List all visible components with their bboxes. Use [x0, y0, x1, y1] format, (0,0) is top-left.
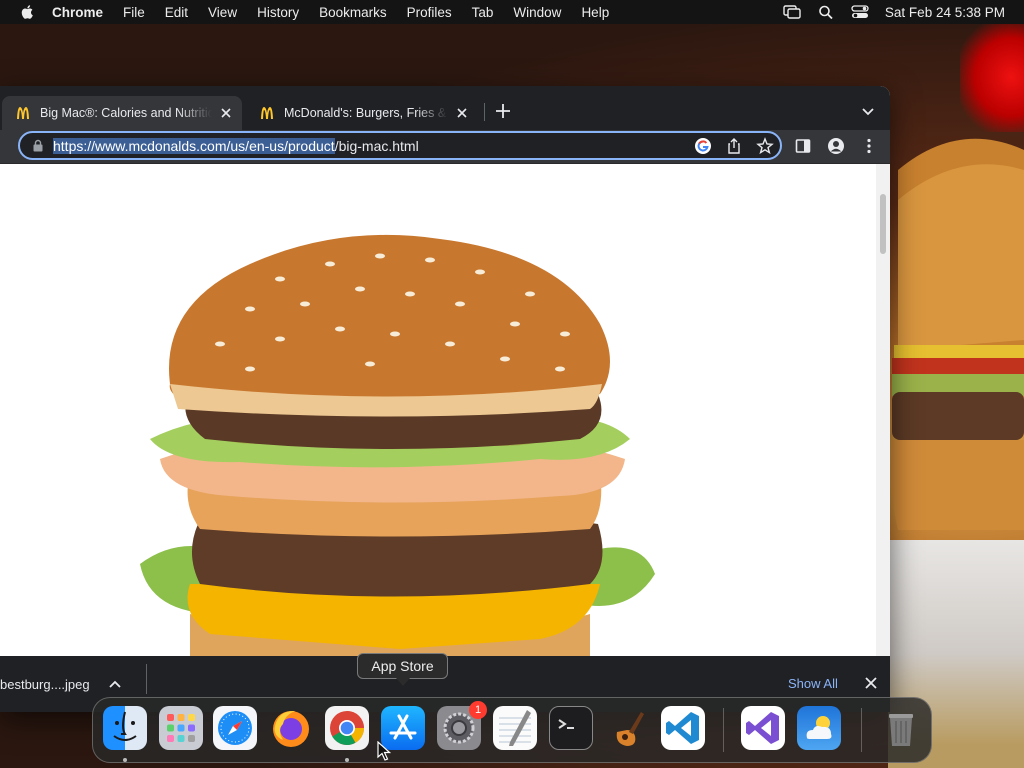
dock-divider — [723, 708, 724, 752]
spotlight-search-icon[interactable] — [817, 5, 835, 19]
menu-profiles[interactable]: Profiles — [407, 5, 452, 20]
trash-icon[interactable] — [879, 706, 923, 750]
menu-edit[interactable]: Edit — [165, 5, 188, 20]
vscode-icon[interactable] — [661, 706, 705, 750]
tab-title: McDonald's: Burgers, Fries & More — [284, 106, 448, 120]
menu-tab[interactable]: Tab — [472, 5, 494, 20]
terminal-icon[interactable] — [549, 706, 593, 750]
screen-mirroring-icon[interactable] — [783, 5, 801, 19]
tab-big-mac[interactable]: Big Mac®: Calories and Nutrition — [2, 96, 242, 130]
menu-history[interactable]: History — [257, 5, 299, 20]
menu-app-name[interactable]: Chrome — [52, 5, 103, 20]
menu-bookmarks[interactable]: Bookmarks — [319, 5, 387, 20]
control-center-icon[interactable] — [851, 5, 869, 19]
chrome-dock-icon[interactable] — [325, 706, 369, 750]
chrome-menu-icon[interactable] — [860, 137, 878, 155]
notification-badge: 1 — [469, 701, 487, 719]
profile-avatar-icon[interactable] — [827, 137, 845, 155]
address-url-rest: /big-mac.html — [334, 137, 419, 154]
tab-title: Big Mac®: Calories and Nutrition — [40, 106, 212, 120]
menu-file[interactable]: File — [123, 5, 145, 20]
mcdonalds-logo-icon — [261, 107, 273, 119]
google-lens-icon[interactable] — [694, 137, 712, 155]
wallpaper-red-element — [960, 22, 1024, 132]
share-icon[interactable] — [725, 137, 743, 155]
download-file-name: bestburg....jpeg — [0, 676, 90, 692]
dock-tooltip: App Store — [357, 653, 448, 679]
menu-bar-clock[interactable]: Sat Feb 24 5:38 PM — [885, 5, 1005, 20]
finder-icon[interactable] — [103, 706, 147, 750]
tab-strip: Big Mac®: Calories and Nutrition McDonal… — [0, 86, 890, 130]
address-url-selected: https://www.mcdonalds.com/us/en-us/produ… — [53, 137, 335, 154]
scrollbar-thumb[interactable] — [880, 194, 886, 254]
dock: 1 — [92, 697, 932, 763]
firefox-icon[interactable] — [269, 706, 313, 750]
launchpad-icon[interactable] — [159, 706, 203, 750]
menu-window[interactable]: Window — [513, 5, 561, 20]
finder-running-dot — [123, 758, 127, 762]
safari-icon[interactable] — [213, 706, 257, 750]
page-content — [0, 164, 890, 656]
tab-mcdonalds-home[interactable]: McDonald's: Burgers, Fries & More — [246, 96, 478, 130]
big-mac-product-image — [140, 234, 655, 656]
tab-close-icon[interactable] — [218, 105, 234, 121]
visual-studio-icon[interactable] — [741, 706, 785, 750]
menu-help[interactable]: Help — [581, 5, 609, 20]
show-all-downloads-button[interactable]: Show All — [788, 676, 838, 691]
garageband-icon[interactable] — [605, 706, 649, 750]
lock-icon[interactable] — [32, 139, 44, 152]
tab-search-chevron-icon[interactable] — [860, 104, 876, 118]
mouse-pointer-icon — [377, 741, 391, 761]
menu-bar: Chrome File Edit View History Bookmarks … — [0, 0, 1024, 24]
side-panel-icon[interactable] — [794, 137, 812, 155]
dock-divider — [861, 708, 862, 752]
close-downloads-icon[interactable] — [864, 676, 878, 690]
chevron-up-icon[interactable] — [108, 679, 122, 689]
address-url[interactable]: https://www.mcdonalds.com/us/en-us/produ… — [53, 137, 419, 154]
download-separator — [146, 664, 147, 694]
browser-toolbar: https://www.mcdonalds.com/us/en-us/produ… — [0, 130, 890, 198]
tab-separator — [484, 103, 485, 121]
mcdonalds-logo-icon — [17, 107, 29, 119]
apple-icon[interactable] — [18, 4, 38, 20]
new-tab-plus-icon[interactable] — [494, 102, 512, 120]
wallpaper-burger-image — [890, 138, 1024, 530]
address-bar[interactable]: https://www.mcdonalds.com/us/en-us/produ… — [18, 131, 782, 160]
textedit-icon[interactable] — [493, 706, 537, 750]
tab-close-icon[interactable] — [454, 105, 470, 121]
menu-view[interactable]: View — [208, 5, 237, 20]
weather-icon[interactable] — [797, 706, 841, 750]
bookmark-star-icon[interactable] — [756, 137, 774, 155]
chrome-running-dot — [345, 758, 349, 762]
chrome-window: Big Mac®: Calories and Nutrition McDonal… — [0, 86, 890, 712]
page-scrollbar[interactable] — [876, 164, 890, 656]
tooltip-arrow — [396, 678, 410, 686]
system-settings-icon[interactable]: 1 — [437, 701, 487, 750]
